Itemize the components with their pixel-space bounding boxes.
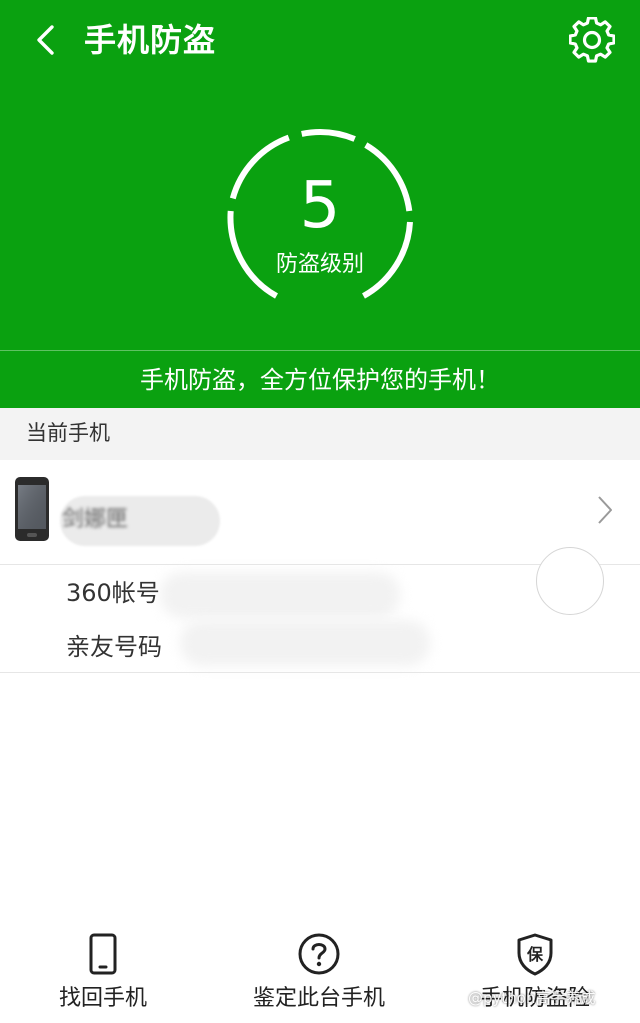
blurred-overlay <box>180 620 430 666</box>
watermark: @python高手养成 <box>468 989 596 1007</box>
svg-text:保: 保 <box>526 945 544 964</box>
divider <box>0 672 640 673</box>
settings-button[interactable] <box>566 14 618 66</box>
back-button[interactable] <box>26 20 66 60</box>
blurred-overlay <box>160 572 400 618</box>
page-title: 手机防盗 <box>84 21 217 59</box>
header: 手机防盗 5 防盗级别 手机防盗，全方位保护您的手机！ <box>0 0 640 408</box>
divider <box>0 350 640 351</box>
app-screen: 手机防盗 5 防盗级别 手机防盗，全方位保护您的手机！ 当前手机 剑娜匣 360… <box>0 0 640 1023</box>
account-item[interactable]: 360帐号 <box>66 576 160 610</box>
contact-number-item[interactable]: 亲友号码 <box>66 630 162 664</box>
device-name: 剑娜匣 <box>62 507 129 532</box>
slogan-text: 手机防盗，全方位保护您的手机！ <box>140 366 500 394</box>
question-circle-icon <box>298 933 340 975</box>
chevron-right-icon <box>598 496 612 524</box>
phone-image <box>15 477 49 541</box>
chevron-left-icon <box>37 25 54 55</box>
section-title: 当前手机 <box>26 421 110 445</box>
protection-level-value: 5 <box>299 169 341 243</box>
top-bar: 手机防盗 <box>0 0 640 84</box>
phone-icon <box>89 933 117 975</box>
gear-icon <box>569 17 615 63</box>
floating-circle-button[interactable] <box>536 547 604 615</box>
nav-verify-phone[interactable]: 鉴定此台手机 <box>224 920 414 1020</box>
nav-find-phone[interactable]: 找回手机 <box>8 920 198 1020</box>
nav-label: 找回手机 <box>58 986 147 1011</box>
shield-icon: 保 <box>517 933 553 976</box>
protection-level-label: 防盗级别 <box>275 252 364 277</box>
nav-label: 鉴定此台手机 <box>252 986 385 1011</box>
